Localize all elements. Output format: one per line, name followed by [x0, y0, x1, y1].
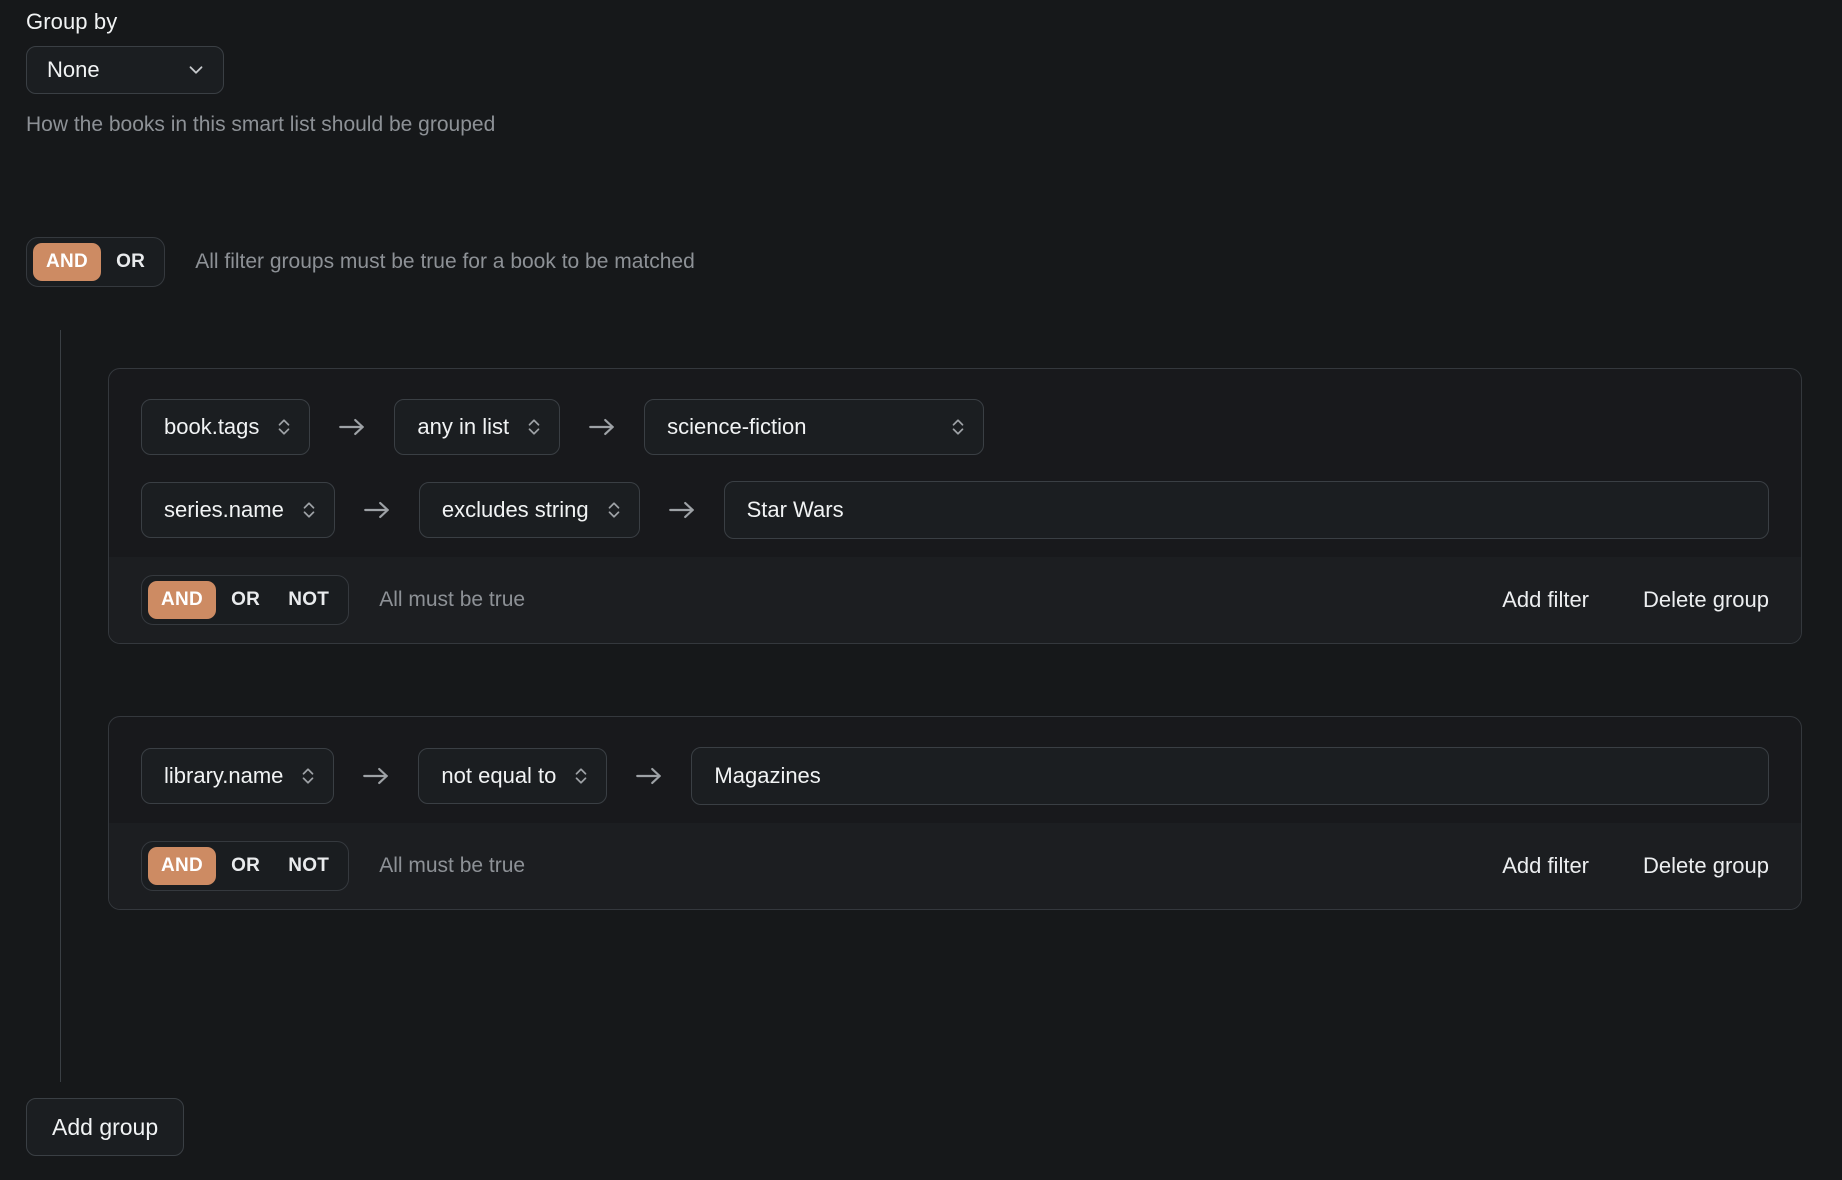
filter-group-body: library.name not equal to — [109, 717, 1801, 823]
group-logic-option-and[interactable]: AND — [148, 847, 217, 885]
arrow-right-icon — [335, 498, 419, 522]
filter-field-value: book.tags — [164, 414, 260, 439]
filter-value: science-fiction — [667, 414, 807, 439]
delete-group-button[interactable]: Delete group — [1641, 583, 1771, 617]
chevron-down-icon — [185, 59, 207, 81]
arrow-right-icon — [310, 415, 394, 439]
chevron-up-down-icon — [572, 766, 590, 786]
chevron-up-down-icon — [605, 500, 623, 520]
delete-group-button[interactable]: Delete group — [1641, 849, 1771, 883]
filter-row: series.name excludes string — [141, 481, 1769, 539]
filter-field-select[interactable]: book.tags — [141, 399, 311, 455]
group-by-select[interactable]: None — [26, 46, 224, 94]
top-logic-option-or[interactable]: OR — [103, 243, 158, 281]
group-logic-option-or[interactable]: OR — [218, 581, 273, 619]
filter-groups-container: book.tags any in list science-fiction se… — [108, 368, 1802, 910]
filter-group-body: book.tags any in list science-fiction se… — [109, 369, 1801, 557]
group-by-section: Group by None How the books in this smar… — [26, 8, 1026, 138]
top-logic-option-and[interactable]: AND — [33, 243, 102, 281]
arrow-right-icon — [640, 498, 724, 522]
arrow-right-icon — [560, 415, 644, 439]
filter-field-value: series.name — [164, 497, 284, 522]
chevron-up-down-icon — [525, 417, 543, 437]
filter-operator-value: any in list — [417, 414, 510, 439]
chevron-up-down-icon — [949, 417, 967, 437]
chevron-up-down-icon — [275, 417, 293, 437]
top-level-logic-toggle[interactable]: AND OR — [26, 237, 166, 287]
filter-operator-select[interactable]: any in list — [394, 399, 561, 455]
chevron-up-down-icon — [300, 500, 318, 520]
filter-row: library.name not equal to — [141, 747, 1769, 805]
group-connector-rail — [60, 330, 61, 1082]
group-logic-option-and[interactable]: AND — [148, 581, 217, 619]
add-filter-button[interactable]: Add filter — [1500, 583, 1591, 617]
filter-operator-select[interactable]: not equal to — [418, 748, 608, 804]
top-level-logic-row: AND OR All filter groups must be true fo… — [26, 237, 695, 287]
group-logic-description: All must be true — [379, 588, 526, 611]
filter-row: book.tags any in list science-fiction — [141, 399, 1769, 455]
filter-value-select[interactable]: science-fiction — [644, 399, 985, 455]
filter-group: book.tags any in list science-fiction se… — [108, 368, 1802, 644]
filter-operator-value: not equal to — [441, 763, 557, 788]
filter-operator-select[interactable]: excludes string — [418, 482, 640, 538]
group-footer-actions: Add filter Delete group — [1500, 583, 1771, 617]
filter-field-select[interactable]: series.name — [141, 482, 335, 538]
group-footer-actions: Add filter Delete group — [1500, 849, 1771, 883]
filter-group: library.name not equal to Magazines AND … — [108, 716, 1802, 910]
group-logic-option-or[interactable]: OR — [218, 847, 273, 885]
arrow-right-icon — [334, 764, 418, 788]
filter-group-footer: AND OR NOT All must be true Add filter D… — [109, 557, 1801, 643]
group-logic-toggle[interactable]: AND OR NOT — [141, 575, 350, 625]
group-by-help-text: How the books in this smart list should … — [26, 113, 496, 136]
add-group-button[interactable]: Add group — [26, 1098, 185, 1156]
arrow-right-icon — [607, 764, 691, 788]
group-by-label: Group by — [26, 9, 118, 34]
filter-group-footer: AND OR NOT All must be true Add filter D… — [109, 823, 1801, 909]
add-filter-button[interactable]: Add filter — [1500, 849, 1591, 883]
group-logic-option-not[interactable]: NOT — [275, 847, 342, 885]
filter-field-value: library.name — [164, 763, 284, 788]
group-by-selected-value: None — [47, 57, 100, 82]
top-level-logic-description: All filter groups must be true for a boo… — [195, 250, 695, 273]
chevron-up-down-icon — [299, 766, 317, 786]
filter-value-input[interactable] — [723, 481, 1769, 539]
group-logic-toggle[interactable]: AND OR NOT — [141, 841, 350, 891]
smart-list-filter-editor: Group by None How the books in this smar… — [0, 0, 1842, 1180]
group-logic-option-not[interactable]: NOT — [275, 581, 342, 619]
filter-operator-value: excludes string — [441, 497, 589, 522]
filter-value-input[interactable] — [691, 747, 1769, 805]
filter-field-select[interactable]: library.name — [141, 748, 335, 804]
group-logic-description: All must be true — [379, 854, 526, 877]
